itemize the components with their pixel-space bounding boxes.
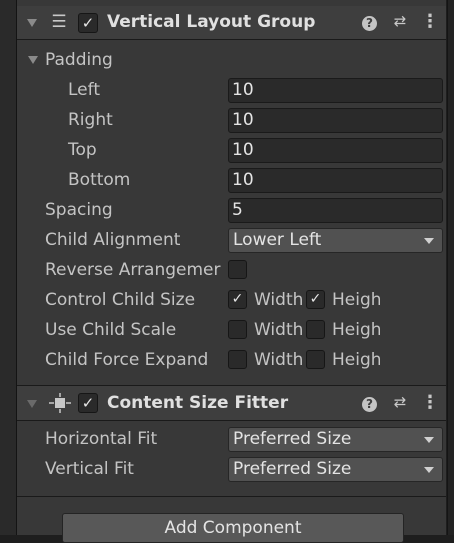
child-force-expand-width-checkbox[interactable] bbox=[228, 350, 247, 369]
kebab-menu-icon[interactable]: ⋮ bbox=[421, 11, 439, 32]
dropdown-arrow-icon bbox=[424, 467, 434, 473]
component-title: Content Size Fitter bbox=[107, 393, 289, 413]
presets-icon[interactable]: ⇄ bbox=[391, 12, 409, 30]
control-child-size-label: Control Child Size bbox=[45, 290, 196, 310]
horizontal-fit-dropdown[interactable]: Preferred Size bbox=[228, 427, 443, 452]
padding-right-label: Right bbox=[68, 110, 113, 130]
control-child-size-height-checkbox[interactable]: ✓ bbox=[306, 290, 325, 309]
divider bbox=[17, 496, 446, 497]
padding-left-field[interactable]: 10 bbox=[228, 78, 443, 103]
help-icon[interactable]: ? bbox=[362, 397, 377, 412]
child-alignment-value: Lower Left bbox=[233, 230, 322, 250]
check-icon: ✓ bbox=[81, 14, 95, 32]
divider bbox=[17, 39, 446, 40]
child-force-expand-height-label: Heigh bbox=[332, 350, 380, 370]
control-child-size-width-checkbox[interactable]: ✓ bbox=[228, 290, 247, 309]
padding-top-field[interactable]: 10 bbox=[228, 138, 443, 163]
fit-arrows-icon bbox=[49, 393, 71, 413]
vertical-fit-label: Vertical Fit bbox=[45, 459, 134, 479]
child-force-expand-label: Child Force Expand bbox=[45, 350, 209, 370]
spacing-field[interactable]: 5 bbox=[228, 198, 443, 223]
add-component-button[interactable]: Add Component bbox=[62, 513, 404, 543]
check-icon: ✓ bbox=[309, 291, 322, 307]
padding-left-label: Left bbox=[68, 80, 100, 100]
dropdown-arrow-icon bbox=[424, 437, 434, 443]
use-child-scale-height-label: Heigh bbox=[332, 320, 380, 340]
foldout-arrow-icon[interactable] bbox=[27, 19, 37, 27]
right-scrollbar[interactable] bbox=[447, 0, 454, 535]
check-icon: ✓ bbox=[81, 394, 95, 412]
vertical-fit-value: Preferred Size bbox=[233, 459, 352, 479]
check-icon: ✓ bbox=[231, 291, 244, 307]
child-force-expand-width-label: Width bbox=[254, 350, 304, 370]
kebab-menu-icon[interactable]: ⋮ bbox=[421, 392, 439, 413]
reverse-arrangement-label: Reverse Arrangemer bbox=[45, 260, 221, 280]
horizontal-fit-value: Preferred Size bbox=[233, 429, 352, 449]
child-alignment-label: Child Alignment bbox=[45, 230, 181, 250]
inspector-panel: ☰ ✓ Vertical Layout Group ? ⇄ ⋮ Padding … bbox=[17, 0, 446, 543]
use-child-scale-height-checkbox[interactable] bbox=[306, 320, 325, 339]
reverse-arrangement-checkbox[interactable] bbox=[228, 260, 247, 279]
content-size-fitter-enabled-checkbox[interactable]: ✓ bbox=[78, 393, 98, 413]
vertical-layout-group-header[interactable]: ☰ ✓ Vertical Layout Group ? ⇄ ⋮ bbox=[17, 6, 446, 39]
presets-icon[interactable]: ⇄ bbox=[391, 393, 409, 411]
dropdown-arrow-icon bbox=[424, 238, 434, 244]
use-child-scale-label: Use Child Scale bbox=[45, 320, 177, 340]
child-alignment-dropdown[interactable]: Lower Left bbox=[228, 228, 443, 253]
spacing-label: Spacing bbox=[45, 200, 113, 220]
component-title: Vertical Layout Group bbox=[107, 12, 316, 32]
use-child-scale-width-label: Width bbox=[254, 320, 304, 340]
padding-bottom-label: Bottom bbox=[68, 170, 131, 190]
list-layout-icon: ☰ bbox=[51, 12, 67, 32]
padding-right-field[interactable]: 10 bbox=[228, 108, 443, 133]
help-icon[interactable]: ? bbox=[362, 16, 377, 31]
control-child-size-height-label: Heigh bbox=[332, 290, 380, 310]
divider bbox=[17, 420, 446, 421]
foldout-arrow-icon[interactable] bbox=[27, 400, 37, 408]
padding-foldout-icon[interactable] bbox=[28, 56, 38, 64]
horizontal-fit-label: Horizontal Fit bbox=[45, 429, 158, 449]
padding-bottom-field[interactable]: 10 bbox=[228, 168, 443, 193]
vertical-layout-group-enabled-checkbox[interactable]: ✓ bbox=[78, 13, 98, 33]
padding-top-label: Top bbox=[68, 140, 97, 160]
use-child-scale-width-checkbox[interactable] bbox=[228, 320, 247, 339]
control-child-size-width-label: Width bbox=[254, 290, 304, 310]
vertical-fit-dropdown[interactable]: Preferred Size bbox=[228, 457, 443, 482]
content-size-fitter-header[interactable]: ✓ Content Size Fitter ? ⇄ ⋮ bbox=[17, 386, 446, 420]
left-scroll-strip bbox=[0, 0, 17, 535]
child-force-expand-height-checkbox[interactable] bbox=[306, 350, 325, 369]
padding-label[interactable]: Padding bbox=[45, 50, 113, 70]
